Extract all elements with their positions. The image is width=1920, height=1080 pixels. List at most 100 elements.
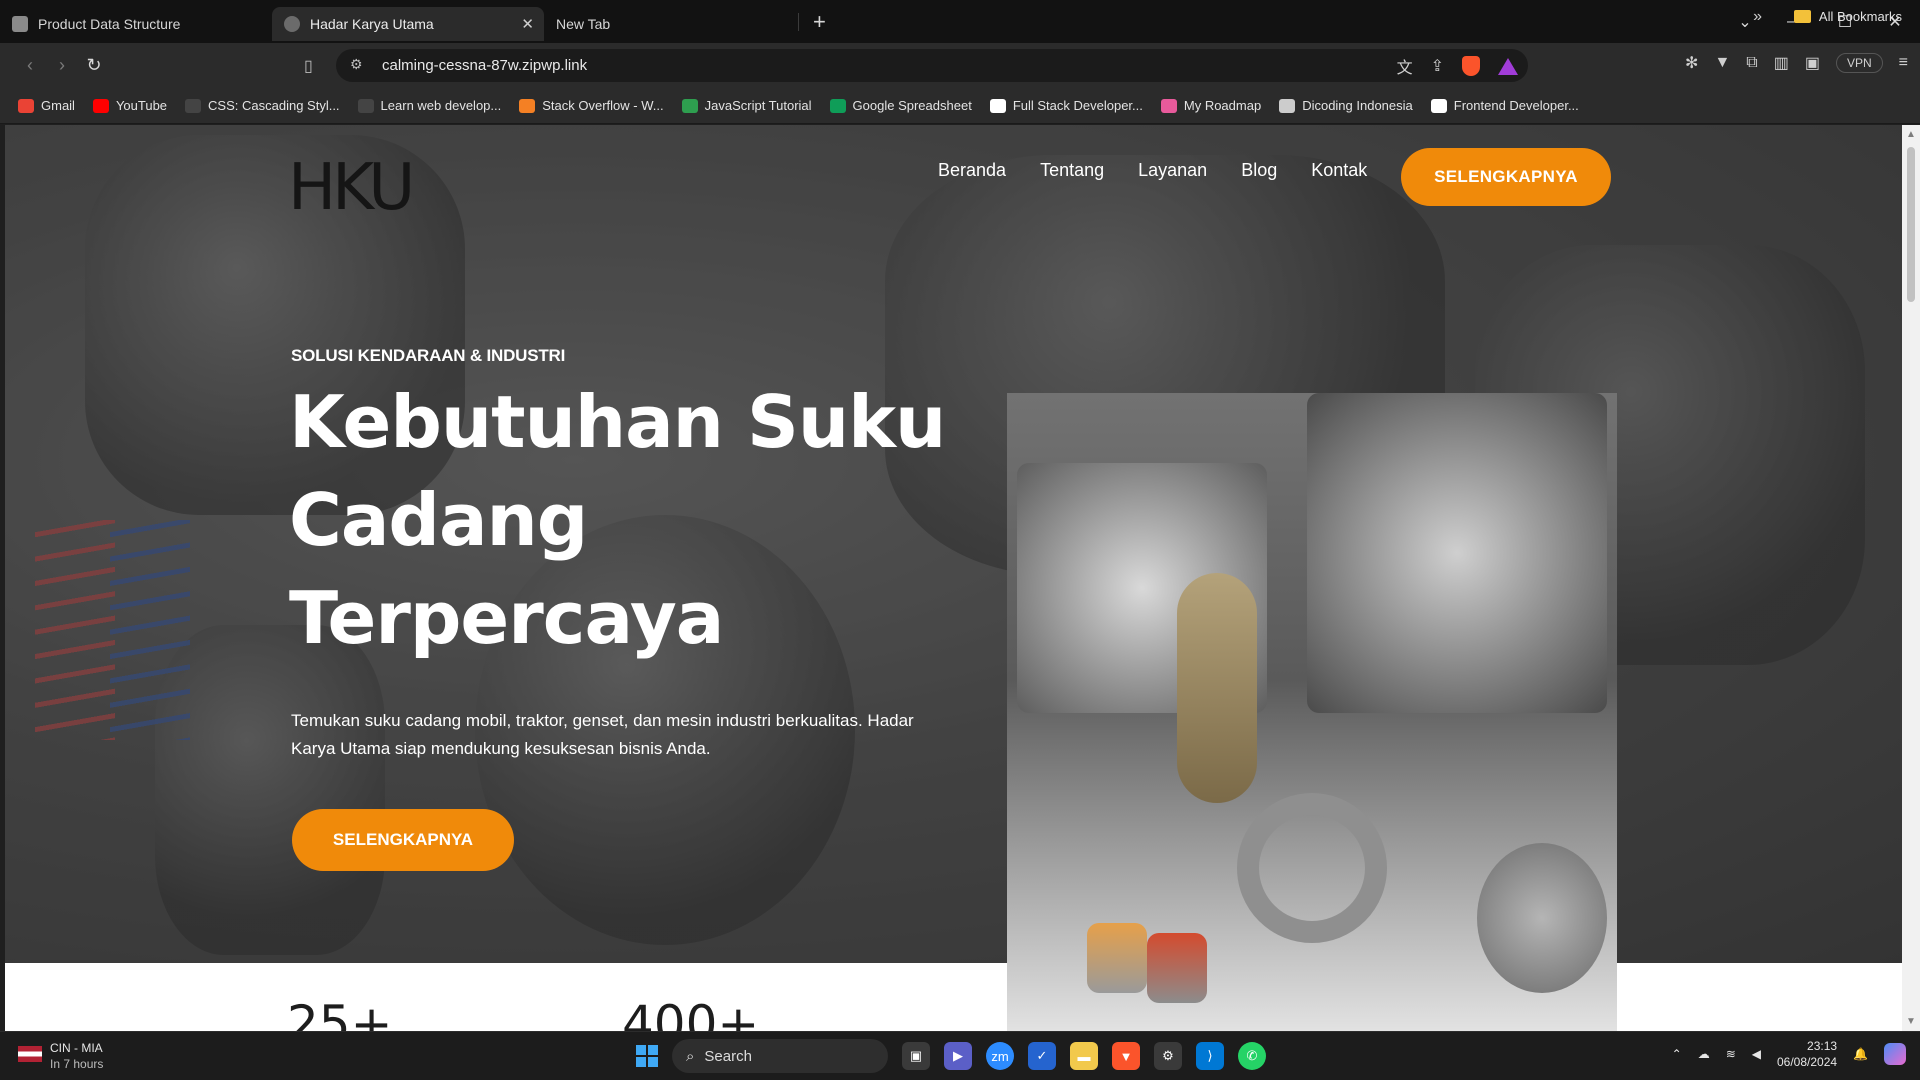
- taskbar-apps: ⌕ Search ▣ ▶ zm ✓ ▬ ▼ ⚙ ⟩ ✆: [636, 1039, 1266, 1073]
- bookmark-item[interactable]: Frontend Developer...: [1430, 98, 1579, 113]
- address-bar-actions: 文 ⇪: [1397, 54, 1518, 78]
- wallet-icon[interactable]: ▣: [1805, 53, 1820, 73]
- bookmark-item[interactable]: Learn web develop...: [357, 98, 501, 113]
- tab-favicon-icon: [12, 15, 28, 32]
- bookmark-favicon-icon: [18, 98, 34, 113]
- stats-section: 25+ 400+: [5, 963, 1007, 1031]
- wifi-icon[interactable]: ≋: [1726, 1047, 1736, 1061]
- bookmark-item[interactable]: Gmail: [18, 98, 75, 113]
- nav-blog[interactable]: Blog: [1241, 160, 1277, 181]
- extensions-icon[interactable]: ⧉: [1746, 54, 1757, 72]
- page-scrollbar[interactable]: ▲ ▼: [1902, 125, 1920, 1031]
- bookmark-label: Full Stack Developer...: [1012, 98, 1143, 113]
- bookmark-favicon-icon: [681, 98, 698, 113]
- file-explorer-icon[interactable]: ▬: [1070, 1042, 1098, 1070]
- vpn-triangle-icon[interactable]: ▼: [1714, 54, 1730, 72]
- nav-tentang[interactable]: Tentang: [1040, 160, 1104, 181]
- bookmark-label: JavaScript Tutorial: [704, 98, 812, 113]
- bookmark-label: YouTube: [115, 98, 168, 113]
- nav-beranda[interactable]: Beranda: [938, 160, 1006, 181]
- globe-icon: [284, 15, 300, 32]
- bookmark-item[interactable]: JavaScript Tutorial: [681, 98, 812, 113]
- sidebar-icon[interactable]: ▥: [1774, 53, 1789, 73]
- bookmark-item[interactable]: Google Spreadsheet: [829, 98, 972, 113]
- bookmark-item[interactable]: CSS: Cascading Styl...: [185, 98, 340, 113]
- browser-toolbar: ‹ › ↻ ▯ ⚙ calming-cessna-87w.zipwp.link …: [0, 43, 1920, 88]
- address-bar[interactable]: ⚙ calming-cessna-87w.zipwp.link 文 ⇪: [336, 49, 1528, 82]
- site-settings-icon[interactable]: ⚙: [350, 56, 363, 73]
- bookmark-item[interactable]: Stack Overflow - W...: [519, 98, 664, 113]
- bookmark-item[interactable]: My Roadmap: [1160, 98, 1261, 113]
- bookmark-favicon-icon: [1430, 98, 1447, 113]
- task-view-icon[interactable]: ▣: [902, 1042, 930, 1070]
- bookmark-favicon-icon: [829, 98, 846, 113]
- product-collage-image: [1007, 393, 1617, 1031]
- hero-cta-button[interactable]: SELENGKAPNYA: [292, 809, 514, 871]
- all-bookmarks-button[interactable]: All Bookmarks: [1793, 9, 1902, 24]
- scroll-thumb[interactable]: [1907, 147, 1915, 302]
- todo-icon[interactable]: ✓: [1028, 1042, 1056, 1070]
- copilot-icon[interactable]: [1884, 1043, 1906, 1065]
- bookmark-label: CSS: Cascading Styl...: [208, 98, 340, 113]
- start-icon[interactable]: [636, 1045, 658, 1067]
- new-tab-button[interactable]: +: [813, 9, 826, 35]
- cloud-icon[interactable]: ☁: [1698, 1047, 1710, 1061]
- bookmark-item[interactable]: Dicoding Indonesia: [1279, 98, 1413, 113]
- forward-button[interactable]: ›: [46, 55, 78, 76]
- bookmark-favicon-icon: [989, 98, 1006, 113]
- toolbar-actions: ✻ ▼ ⧉ ▥ ▣ VPN ≡: [1685, 53, 1908, 73]
- bookmark-label: Google Spreadsheet: [852, 98, 972, 113]
- bookmark-favicon-icon: [185, 98, 202, 113]
- whatsapp-icon[interactable]: ✆: [1238, 1042, 1266, 1070]
- tab-hadar-karya[interactable]: Hadar Karya Utama ✕: [272, 6, 544, 41]
- teams-icon[interactable]: ▶: [944, 1042, 972, 1070]
- brave-rewards-icon[interactable]: [1498, 57, 1518, 75]
- settings-icon[interactable]: ⚙: [1154, 1042, 1182, 1070]
- bookmark-favicon-icon: [92, 98, 109, 113]
- brave-shields-icon[interactable]: [1462, 56, 1480, 76]
- vpn-button[interactable]: VPN: [1835, 53, 1883, 73]
- scroll-up-icon[interactable]: ▲: [1906, 129, 1916, 140]
- zoom-icon[interactable]: zm: [986, 1042, 1014, 1070]
- translate-icon[interactable]: 文: [1397, 54, 1413, 78]
- share-icon[interactable]: ⇪: [1431, 56, 1444, 76]
- bookmark-item[interactable]: YouTube: [92, 98, 168, 113]
- hero-headline: Kebutuhan Suku Cadang Terpercaya: [289, 380, 946, 660]
- site-logo[interactable]: HKU: [288, 151, 415, 225]
- bookmark-page-icon[interactable]: ▯: [304, 56, 313, 76]
- stat-products: 400+: [622, 995, 760, 1031]
- weather-widget[interactable]: CIN - MIA In 7 hours: [18, 1040, 103, 1072]
- brave-browser-icon[interactable]: ▼: [1112, 1042, 1140, 1070]
- search-icon: ⌕: [686, 1047, 695, 1065]
- taskbar-search[interactable]: ⌕ Search: [672, 1039, 888, 1073]
- vscode-icon[interactable]: ⟩: [1196, 1042, 1224, 1070]
- system-clock[interactable]: 23:13 06/08/2024: [1777, 1038, 1837, 1070]
- header-cta-button[interactable]: SELENGKAPNYA: [1401, 148, 1611, 206]
- volume-icon[interactable]: ◀: [1752, 1047, 1761, 1061]
- bookmark-label: Frontend Developer...: [1453, 98, 1579, 113]
- bookmark-favicon-icon: [1279, 98, 1296, 113]
- tab-new[interactable]: New Tab: [544, 7, 798, 41]
- more-bookmarks-icon[interactable]: »: [1753, 8, 1762, 26]
- bookmark-favicon-icon: [519, 98, 536, 113]
- reload-button[interactable]: ↻: [78, 55, 110, 76]
- notification-bell-icon[interactable]: 🔔: [1853, 1047, 1868, 1061]
- nav-layanan[interactable]: Layanan: [1138, 160, 1207, 181]
- leo-icon[interactable]: ✻: [1685, 53, 1698, 73]
- scroll-down-icon[interactable]: ▼: [1906, 1016, 1916, 1027]
- bookmark-item[interactable]: Full Stack Developer...: [989, 98, 1143, 113]
- menu-icon[interactable]: ≡: [1899, 54, 1908, 72]
- search-label: Search: [704, 1047, 752, 1065]
- close-icon[interactable]: ✕: [521, 15, 534, 33]
- url-text: calming-cessna-87w.zipwp.link: [382, 57, 588, 74]
- bookmark-favicon-icon: [1160, 98, 1177, 113]
- main-nav: Beranda Tentang Layanan Blog Kontak: [938, 160, 1367, 181]
- filter-image: [1087, 923, 1147, 993]
- tab-title: New Tab: [556, 15, 611, 32]
- nav-kontak[interactable]: Kontak: [1311, 160, 1367, 181]
- tab-product-data[interactable]: Product Data Structure: [0, 7, 272, 41]
- chevron-up-icon[interactable]: ⌃: [1672, 1047, 1682, 1061]
- back-button[interactable]: ‹: [14, 55, 46, 76]
- wheel-hub-image: [1477, 843, 1607, 993]
- tab-search-icon[interactable]: ⌄: [1720, 12, 1770, 32]
